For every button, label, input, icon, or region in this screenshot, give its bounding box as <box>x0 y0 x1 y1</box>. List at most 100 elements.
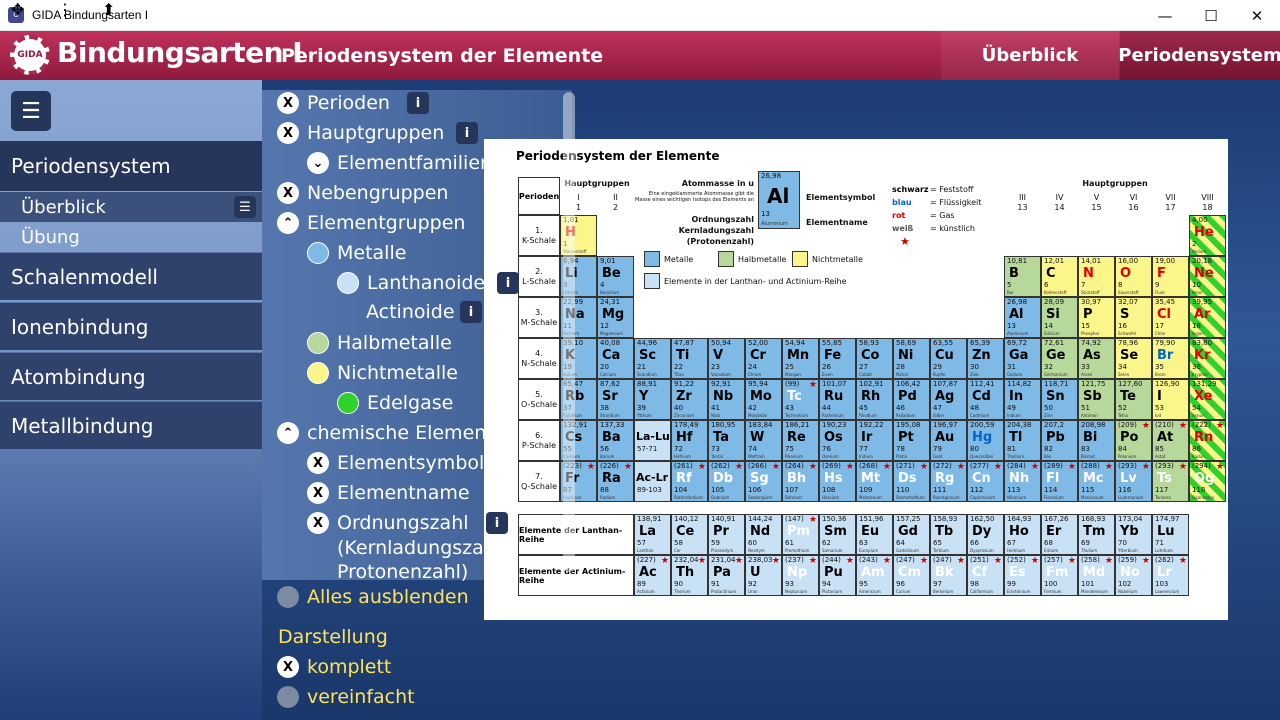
element-cell-br[interactable]: 79,90 Br 35 Brom <box>1152 338 1189 379</box>
sidebar-item-atombindung[interactable]: Atombindung <box>0 352 262 400</box>
element-cell-kr[interactable]: 83,80 Kr 36 Krypton <box>1189 338 1226 379</box>
element-cell-v[interactable]: 50,94 V 23 Vanadium <box>708 338 745 379</box>
element-cell-cn[interactable]: (277) Cn 112 Copernicium ★ <box>967 461 1004 502</box>
color-dot-halbmetall[interactable] <box>307 332 329 354</box>
list-icon[interactable]: ☰ <box>234 196 256 218</box>
element-cell-ag[interactable]: 107,87 Ag 47 Silber <box>930 379 967 420</box>
element-cell-eu[interactable]: 151,96 Eu 63 Europium <box>856 514 893 555</box>
check-x-icon[interactable]: X <box>277 122 299 144</box>
element-cell-rn[interactable]: (222) Rn 86 Radon ★ <box>1189 420 1226 461</box>
radio-dot[interactable] <box>277 686 299 708</box>
opt-elementname[interactable]: X Elementname <box>307 482 470 504</box>
element-cell-rh[interactable]: 102,91 Rh 45 Rhodium <box>856 379 893 420</box>
element-cell-am[interactable]: (243) Am 95 Americium ★ <box>856 555 893 596</box>
check-x-icon[interactable]: X <box>277 656 299 678</box>
element-cell-au[interactable]: 196,97 Au 79 Gold <box>930 420 967 461</box>
color-dot-lanth[interactable] <box>337 272 359 294</box>
maximize-button[interactable]: ☐ <box>1188 0 1234 31</box>
arrow-up-icon[interactable]: ⬆ <box>102 0 115 19</box>
element-cell-sc[interactable]: 44,96 Sc 21 Scandium <box>634 338 671 379</box>
element-cell-w[interactable]: 183,84 W 74 Wolfram <box>745 420 782 461</box>
opt-elementgruppen[interactable]: ⌃ Elementgruppen <box>277 212 465 234</box>
hamburger-menu-icon[interactable]: ☰ <box>11 91 51 131</box>
sidebar-sub-ueberblick[interactable]: Überblick ☰ <box>0 192 262 222</box>
element-cell-s[interactable]: 32,07 S 16 Schwefel <box>1115 297 1152 338</box>
element-cell-sg[interactable]: (266) Sg 106 Seaborgium ★ <box>745 461 782 502</box>
element-cell-o[interactable]: 16,00 O 8 Sauerstoff <box>1115 256 1152 297</box>
element-cell-mn[interactable]: 54,94 Mn 25 Mangan <box>782 338 819 379</box>
element-cell-no[interactable]: (259) No 102 Nobelium ★ <box>1115 555 1152 596</box>
element-cell-ac[interactable]: (227) Ac 89 Actinium ★ <box>634 555 671 596</box>
element-cell-zn[interactable]: 65,39 Zn 30 Zink <box>967 338 1004 379</box>
info-icon[interactable]: i <box>460 301 482 323</box>
close-button[interactable]: ✕ <box>1234 0 1280 31</box>
check-x-icon[interactable]: X <box>307 452 329 474</box>
element-cell-np[interactable]: (237) Np 93 Neptunium ★ <box>782 555 819 596</box>
element-cell-hs[interactable]: (269) Hs 108 Hassium ★ <box>819 461 856 502</box>
element-cell-fm[interactable]: (257) Fm 100 Fermium ★ <box>1041 555 1078 596</box>
element-cell-nd[interactable]: 144,24 Nd 60 Neodym <box>745 514 782 555</box>
check-x-icon[interactable]: X <box>277 182 299 204</box>
element-cell-ga[interactable]: 69,72 Ga 31 Gallium <box>1004 338 1041 379</box>
element-cell-cl[interactable]: 35,45 Cl 17 Chlor <box>1152 297 1189 338</box>
color-dot-metal[interactable] <box>307 242 329 264</box>
element-cell-pd[interactable]: 106,42 Pd 46 Palladium <box>893 379 930 420</box>
minimize-button[interactable]: — <box>1142 0 1188 31</box>
element-cell-po[interactable]: (209) Po 84 Polonium ★ <box>1115 420 1152 461</box>
element-cell-os[interactable]: 190,23 Os 76 Osmium <box>819 420 856 461</box>
opt-edelgase[interactable]: Edelgase <box>337 392 453 414</box>
opt-vereinfacht[interactable]: vereinfacht <box>277 686 415 708</box>
element-cell-te[interactable]: 127,60 Te 52 Tellur <box>1115 379 1152 420</box>
element-cell-dy[interactable]: 162,50 Dy 66 Dysprosium <box>967 514 1004 555</box>
sidebar-current-chapter[interactable]: Periodensystem <box>0 141 262 191</box>
element-cell-ds[interactable]: (271) Ds 110 Darmstadtium ★ <box>893 461 930 502</box>
element-cell-ti[interactable]: 47,87 Ti 22 Titan <box>671 338 708 379</box>
element-cell-ac-lr[interactable]: Ac-Lr 89-103 <box>634 461 671 502</box>
info-icon[interactable]: i <box>456 122 478 144</box>
element-cell-pa[interactable]: 231,04 Pa 91 Protactinium ★ <box>708 555 745 596</box>
element-cell-in[interactable]: 114,82 In 49 Indium <box>1004 379 1041 420</box>
element-cell-mg[interactable]: 24,31 Mg 12 Magnesium <box>597 297 634 338</box>
element-cell-la-lu[interactable]: La-Lu 57-71 <box>634 420 671 461</box>
chevron-up-icon[interactable]: ⌃ <box>277 422 299 444</box>
element-cell-n[interactable]: 14,01 N 7 Stickstoff <box>1078 256 1115 297</box>
element-cell-f[interactable]: 19,00 F 9 Fluor <box>1152 256 1189 297</box>
element-cell-lr[interactable]: (262) Lr 103 Lawrencium ★ <box>1152 555 1189 596</box>
sidebar-sub-uebung[interactable]: Übung <box>0 222 262 252</box>
color-dot-nichtmetall[interactable] <box>307 362 329 384</box>
nav-periodensystem[interactable]: Periodensystem <box>1118 31 1280 80</box>
element-cell-be[interactable]: 9,01 Be 4 Beryllium <box>597 256 634 297</box>
element-cell-la[interactable]: 138,91 La 57 Lanthan <box>634 514 671 555</box>
element-cell-ge[interactable]: 72,61 Ge 32 Germanium <box>1041 338 1078 379</box>
element-cell-bk[interactable]: (247) Bk 97 Berkelium ★ <box>930 555 967 596</box>
opt-elementfamilien[interactable]: ⌄ Elementfamilien <box>307 152 492 174</box>
element-cell-sn[interactable]: 118,71 Sn 50 Zinn <box>1041 379 1078 420</box>
element-cell-ca[interactable]: 40,08 Ca 20 Calcium <box>597 338 634 379</box>
element-cell-lu[interactable]: 174,97 Lu 71 Lutetium <box>1152 514 1189 555</box>
element-cell-tb[interactable]: 158,93 Tb 65 Terbium <box>930 514 967 555</box>
element-cell-pb[interactable]: 207,2 Pb 82 Blei <box>1041 420 1078 461</box>
element-cell-cu[interactable]: 63,55 Cu 29 Kupfer <box>930 338 967 379</box>
element-cell-cd[interactable]: 112,41 Cd 48 Cadmium <box>967 379 1004 420</box>
opt-hauptgruppen[interactable]: X Hauptgruppen i <box>277 122 478 144</box>
opt-alles-ausblenden[interactable]: Alles ausblenden <box>277 586 469 608</box>
element-cell-ne[interactable]: 20,18 Ne 10 Neon <box>1189 256 1226 297</box>
element-cell-tm[interactable]: 168,93 Tm 69 Thulium <box>1078 514 1115 555</box>
element-cell-bi[interactable]: 208,98 Bi 83 Bismut <box>1078 420 1115 461</box>
element-cell-si[interactable]: 28,09 Si 14 Silicium <box>1041 297 1078 338</box>
opt-halbmetalle[interactable]: Halbmetalle <box>307 332 452 354</box>
element-cell-mt[interactable]: (268) Mt 109 Meitnerium ★ <box>856 461 893 502</box>
element-cell-db[interactable]: (262) Db 105 Dubnium ★ <box>708 461 745 502</box>
element-cell-yb[interactable]: 173,04 Yb 70 Ytterbium <box>1115 514 1152 555</box>
opt-komplett[interactable]: Xkomplett <box>277 656 391 678</box>
element-cell-p[interactable]: 30,97 P 15 Phosphor <box>1078 297 1115 338</box>
sidebar-item-metallbindung[interactable]: Metallbindung <box>0 401 262 449</box>
opt-nebengruppen[interactable]: X Nebengruppen <box>277 182 448 204</box>
element-cell-ir[interactable]: 192,22 Ir 77 Iridium <box>856 420 893 461</box>
element-cell-nh[interactable]: (284) Nh 113 Nihonium ★ <box>1004 461 1041 502</box>
check-x-icon[interactable]: X <box>307 482 329 504</box>
opt-perioden[interactable]: X Perioden i <box>277 92 429 114</box>
element-cell-mc[interactable]: (288) Mc 115 Moscovium ★ <box>1078 461 1115 502</box>
element-cell-nb[interactable]: 92,91 Nb 41 Niob <box>708 379 745 420</box>
element-cell-u[interactable]: 238,03 U 92 Uran ★ <box>745 555 782 596</box>
